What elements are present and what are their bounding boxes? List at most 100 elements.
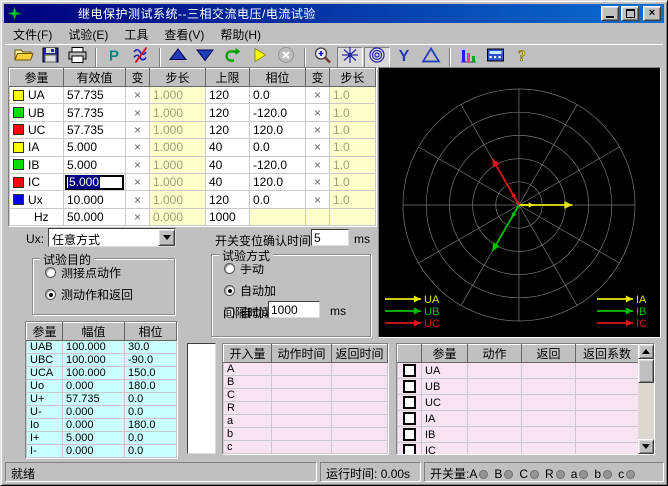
confirm-time-input[interactable]: 5 [311,229,349,246]
vary-cell[interactable]: × [126,191,150,208]
scroll-up-button[interactable] [638,344,654,359]
test-mode-option-1[interactable]: 自动加 [224,282,370,299]
minimize-button[interactable] [601,6,619,21]
toolbar-button-printer[interactable] [64,47,90,69]
phase-cell[interactable]: 0.0 [250,139,306,156]
step-cell[interactable]: 1.000 [150,156,206,173]
maximize-button[interactable] [621,6,639,21]
value-cell[interactable]: 5.000 [64,173,126,190]
menu-item-0[interactable]: 文件(F) [5,24,60,45]
phase-cell[interactable]: -120.0 [250,156,306,173]
toolbar-button-wye[interactable]: Y [391,47,417,69]
vary-cell[interactable]: × [126,173,150,190]
toolbar-button-letter-p[interactable]: P [101,47,127,69]
step-cell[interactable]: 1.0 [330,104,376,121]
interval-input[interactable]: 1000 [268,301,320,318]
test-purpose-option-1[interactable]: 测动作和返回 [45,286,174,303]
row-checkbox-IC[interactable] [403,444,416,455]
vary-cell[interactable] [306,208,330,225]
row-checkbox-IA[interactable] [403,412,416,425]
toolbar-button-wave-strike[interactable] [128,47,154,69]
limit-cell[interactable]: 120 [206,87,250,104]
scroll-down-button[interactable] [638,439,654,454]
step-cell[interactable]: 1.000 [150,173,206,190]
step-cell[interactable]: 1.0 [330,191,376,208]
vary-cell[interactable]: × [126,87,150,104]
step-cell[interactable]: 1.000 [150,121,206,138]
limit-cell[interactable]: 40 [206,173,250,190]
value-cell[interactable]: 57.735 [64,121,126,138]
toolbar-button-undo-arrow[interactable] [219,47,245,69]
close-button[interactable]: × [643,6,661,21]
toolbar-button-folder-open[interactable] [10,47,36,69]
value-cell[interactable]: 5.000 [64,156,126,173]
toolbar-button-magnifier[interactable] [310,47,336,69]
toolbar-button-down-triangle[interactable] [192,47,218,69]
menu-item-4[interactable]: 帮助(H) [212,24,269,45]
step-cell[interactable] [330,208,376,225]
vary-cell[interactable]: × [306,156,330,173]
vary-cell[interactable]: × [306,173,330,190]
radio-button[interactable] [224,285,235,296]
toolbar-button-play[interactable] [246,47,272,69]
toolbar-button-bar-chart[interactable] [455,47,481,69]
vary-cell[interactable]: × [306,191,330,208]
step-cell[interactable]: 1.0 [330,121,376,138]
value-cell[interactable]: 57.735 [64,87,126,104]
toolbar-button-calculator[interactable] [482,47,508,69]
limit-cell[interactable]: 1000 [206,208,250,225]
toolbar-button-concentric-circles[interactable] [364,47,390,69]
row-checkbox-UB[interactable] [403,380,416,393]
toolbar-button-crosshair[interactable] [337,47,363,69]
radio-button[interactable] [45,289,56,300]
toolbar-button-save[interactable] [37,47,63,69]
phase-cell[interactable]: 0.0 [250,87,306,104]
toolbar-button-stop-x[interactable] [273,47,299,69]
combobox-dropdown-button[interactable] [158,229,175,246]
step-cell[interactable]: 1.000 [150,191,206,208]
row-checkbox-IB[interactable] [403,428,416,441]
value-cell[interactable]: 50.000 [64,208,126,225]
vary-cell[interactable]: × [306,121,330,138]
value-cell[interactable]: 57.735 [64,104,126,121]
step-cell[interactable]: 1.0 [330,173,376,190]
value-cell[interactable]: 10.000 [64,191,126,208]
menu-item-2[interactable]: 工具 [116,24,156,45]
phase-cell[interactable]: 0.0 [250,191,306,208]
vary-cell[interactable]: × [126,156,150,173]
menu-item-3[interactable]: 查看(V) [156,24,212,45]
step-cell[interactable]: 1.0 [330,139,376,156]
vary-cell[interactable]: × [126,208,150,225]
phase-cell[interactable] [250,208,306,225]
menu-item-1[interactable]: 试验(E) [60,24,116,45]
radio-button[interactable] [224,263,235,274]
step-cell[interactable]: 1.0 [330,87,376,104]
step-cell[interactable]: 1.000 [150,139,206,156]
phase-cell[interactable]: 120.0 [250,173,306,190]
limit-cell[interactable]: 120 [206,104,250,121]
scrollbar-thumb[interactable] [638,359,654,383]
vertical-scrollbar[interactable] [638,344,654,454]
step-cell[interactable]: 0.000 [150,208,206,225]
phase-cell[interactable]: -120.0 [250,104,306,121]
vary-cell[interactable]: × [126,104,150,121]
step-cell[interactable]: 1.0 [330,156,376,173]
row-checkbox-UA[interactable] [403,364,416,377]
step-cell[interactable]: 1.000 [150,87,206,104]
ux-mode-combobox[interactable]: 任意方式 [48,228,176,247]
vary-cell[interactable]: × [126,139,150,156]
value-cell[interactable]: 5.000 [64,139,126,156]
radio-button[interactable] [45,267,56,278]
limit-cell[interactable]: 40 [206,139,250,156]
vary-cell[interactable]: × [306,87,330,104]
row-checkbox-UC[interactable] [403,396,416,409]
step-cell[interactable]: 1.000 [150,104,206,121]
phase-cell[interactable]: 120.0 [250,121,306,138]
toolbar-button-question[interactable]: ? [509,47,535,69]
toolbar-button-up-triangle[interactable] [165,47,191,69]
vary-cell[interactable]: × [306,104,330,121]
limit-cell[interactable]: 40 [206,156,250,173]
limit-cell[interactable]: 120 [206,121,250,138]
vary-cell[interactable]: × [126,121,150,138]
toolbar-button-delta[interactable] [418,47,444,69]
